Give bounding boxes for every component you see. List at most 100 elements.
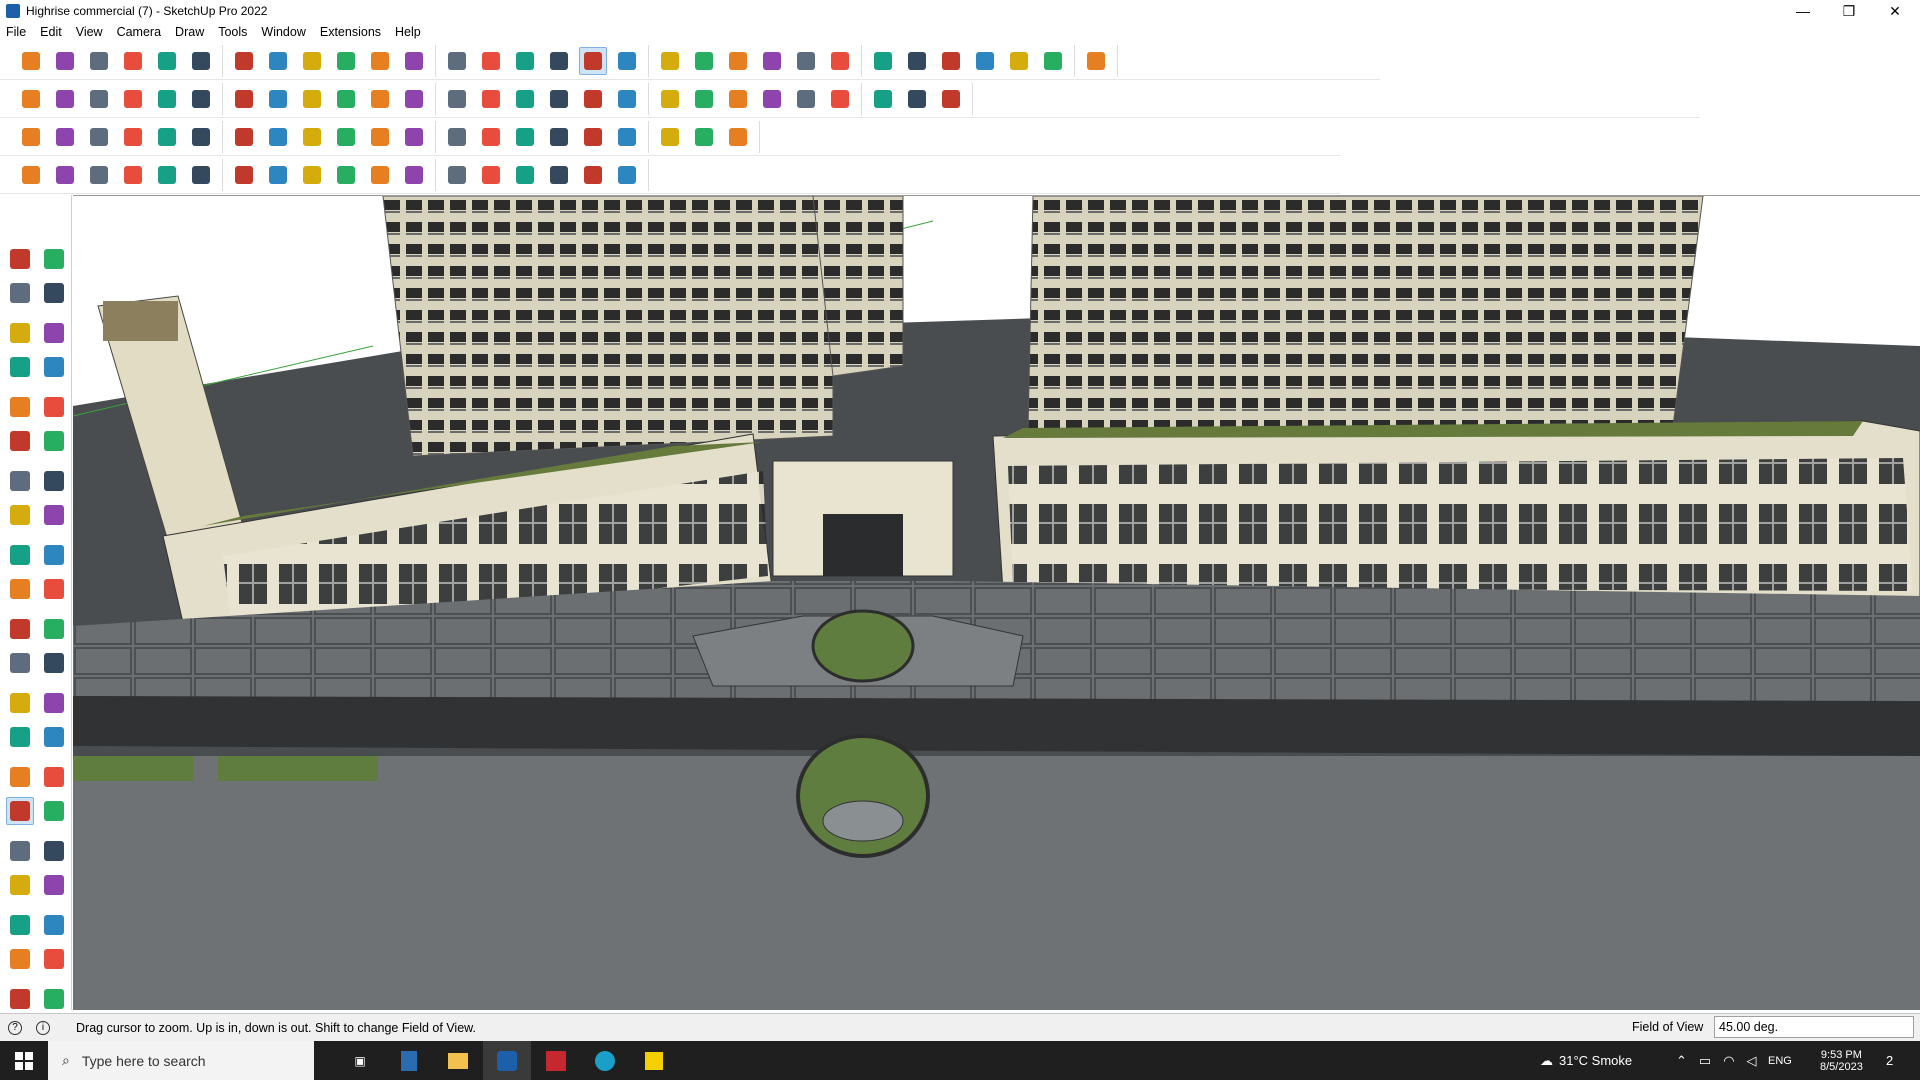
dimension-icon[interactable]: [656, 85, 684, 113]
zoom-icon[interactable]: [6, 797, 34, 825]
layers-icon[interactable]: [724, 47, 752, 75]
lasso-icon[interactable]: [153, 47, 181, 75]
hatch-icon[interactable]: [613, 161, 641, 189]
join-icon[interactable]: [579, 123, 607, 151]
move-icon[interactable]: [6, 541, 34, 569]
orbit-icon[interactable]: [40, 245, 68, 273]
zoom-icon[interactable]: [579, 46, 607, 75]
textured-icon[interactable]: [443, 85, 471, 113]
orbit-icon[interactable]: [6, 763, 34, 791]
eraser-icon[interactable]: [85, 47, 113, 75]
stamp-icon[interactable]: [6, 985, 34, 1013]
move-icon[interactable]: [298, 47, 326, 75]
undo-icon[interactable]: [1005, 47, 1033, 75]
volume-icon[interactable]: ◁: [1747, 1053, 1757, 1069]
rotated-rect-icon[interactable]: [40, 393, 68, 421]
scale-icon[interactable]: [6, 615, 34, 643]
info-icon[interactable]: i: [36, 1020, 50, 1035]
components-icon[interactable]: [656, 47, 684, 75]
rotate-icon[interactable]: [332, 47, 360, 75]
component-icon[interactable]: [6, 319, 34, 347]
warehouse-icon[interactable]: [826, 47, 854, 75]
sandbox-icon[interactable]: [6, 945, 34, 973]
curve-icon[interactable]: [366, 123, 394, 151]
sticky-notes-icon[interactable]: [630, 1041, 678, 1080]
front-icon[interactable]: [119, 85, 147, 113]
rib-icon[interactable]: [579, 161, 607, 189]
user-icon[interactable]: [792, 47, 820, 75]
clock[interactable]: 9:53 PM 8/5/2023: [1820, 1041, 1863, 1080]
battery-icon[interactable]: ▭: [1699, 1053, 1711, 1069]
back-icon[interactable]: [187, 85, 215, 113]
rectangle-icon[interactable]: [758, 85, 786, 113]
start-button[interactable]: [0, 1041, 48, 1080]
house-icon[interactable]: [511, 85, 539, 113]
3d-text-icon[interactable]: [40, 723, 68, 751]
axes-icon[interactable]: [690, 85, 718, 113]
menu-view[interactable]: View: [76, 25, 103, 39]
model-scene[interactable]: [73, 196, 1920, 1010]
fence-icon[interactable]: [545, 161, 573, 189]
look-around-icon[interactable]: [40, 871, 68, 899]
align-icon[interactable]: [477, 123, 505, 151]
fog-icon[interactable]: [579, 85, 607, 113]
edge-browser-icon[interactable]: [581, 1041, 629, 1080]
explode-icon[interactable]: [613, 123, 641, 151]
sweep-icon[interactable]: [332, 161, 360, 189]
pencil-icon[interactable]: [6, 353, 34, 381]
roof-icon[interactable]: [511, 161, 539, 189]
protractor-icon[interactable]: [613, 85, 641, 113]
text-icon[interactable]: [40, 689, 68, 717]
polygon-icon[interactable]: [826, 85, 854, 113]
position-camera-icon[interactable]: [6, 871, 34, 899]
chevron-up-icon[interactable]: ⌃: [1676, 1053, 1687, 1069]
polygon-icon[interactable]: [40, 427, 68, 455]
axes-icon[interactable]: [6, 723, 34, 751]
tape-icon[interactable]: [400, 47, 428, 75]
pencil-icon[interactable]: [119, 47, 147, 75]
flip-icon[interactable]: [51, 123, 79, 151]
smoove-icon[interactable]: [40, 945, 68, 973]
three-point-arc-icon[interactable]: [40, 501, 68, 529]
file-explorer-icon[interactable]: [434, 1041, 482, 1080]
rectangle-icon[interactable]: [6, 393, 34, 421]
styles-icon[interactable]: [758, 47, 786, 75]
select-icon[interactable]: [6, 245, 34, 273]
sandbox-icon[interactable]: [937, 47, 965, 75]
calculator-app-icon[interactable]: [385, 1041, 433, 1080]
shadow-icon[interactable]: [545, 85, 573, 113]
text-icon[interactable]: [443, 47, 471, 75]
stair-icon[interactable]: [366, 161, 394, 189]
language-indicator[interactable]: ENG: [1768, 1041, 1792, 1080]
wifi-icon[interactable]: ◠: [1723, 1053, 1734, 1069]
shaded-icon[interactable]: [400, 85, 428, 113]
tape-icon[interactable]: [40, 319, 68, 347]
weather-widget[interactable]: ☁ 31°C Smoke: [1540, 1041, 1632, 1080]
menu-edit[interactable]: Edit: [40, 25, 62, 39]
monochrome-icon[interactable]: [477, 85, 505, 113]
geo-location-icon[interactable]: ?: [8, 1020, 22, 1035]
shape-icon[interactable]: [187, 161, 215, 189]
face-icon[interactable]: [17, 123, 45, 151]
circle-icon[interactable]: [792, 85, 820, 113]
menu-extensions[interactable]: Extensions: [320, 25, 381, 39]
top-icon[interactable]: [85, 85, 113, 113]
paint-icon[interactable]: [187, 47, 215, 75]
push-pull-icon[interactable]: [230, 47, 258, 75]
menu-window[interactable]: Window: [261, 25, 305, 39]
previous-icon[interactable]: [40, 837, 68, 865]
outer-shell-icon[interactable]: [153, 123, 181, 151]
iso-icon[interactable]: [51, 85, 79, 113]
orbit-icon[interactable]: [511, 47, 539, 75]
array-icon[interactable]: [690, 123, 718, 151]
taskbar-search-box[interactable]: ⌕ Type here to search: [48, 1041, 314, 1080]
3d-text-icon[interactable]: [724, 85, 752, 113]
menu-tools[interactable]: Tools: [218, 25, 247, 39]
rotate-icon[interactable]: [6, 575, 34, 603]
right-icon[interactable]: [153, 85, 181, 113]
close-icon[interactable]: ✕: [1872, 0, 1918, 22]
hidden-line-icon[interactable]: [366, 85, 394, 113]
left-icon[interactable]: [230, 85, 258, 113]
mirror-icon[interactable]: [443, 123, 471, 151]
cut-icon[interactable]: [119, 161, 147, 189]
